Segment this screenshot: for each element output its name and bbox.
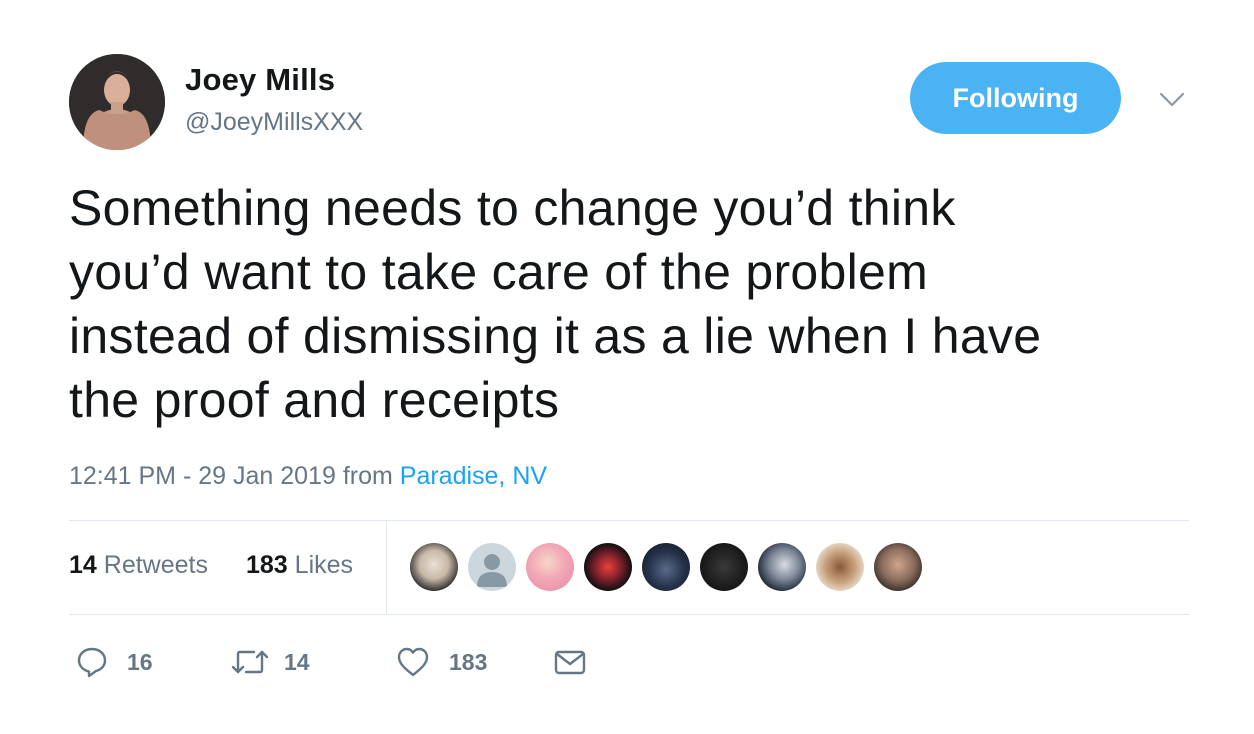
like-button[interactable]: 183 bbox=[395, 644, 487, 680]
retweet-icon bbox=[231, 650, 269, 674]
liker-avatar[interactable] bbox=[700, 543, 748, 591]
following-button[interactable]: Following bbox=[910, 62, 1121, 134]
tweet-metadata: 12:41 PM - 29 Jan 2019 from Paradise, NV bbox=[69, 462, 547, 491]
user-handle[interactable]: @JoeyMillsXXX bbox=[185, 108, 363, 137]
liker-avatar[interactable] bbox=[874, 543, 922, 591]
tweet-card: Joey Mills @JoeyMillsXXX Following Somet… bbox=[0, 0, 1254, 734]
chevron-down-icon[interactable] bbox=[1158, 90, 1186, 110]
display-name[interactable]: Joey Mills bbox=[185, 62, 335, 98]
liker-avatar[interactable] bbox=[468, 543, 516, 591]
liker-avatar[interactable] bbox=[642, 543, 690, 591]
likes-count: 183 bbox=[246, 551, 288, 579]
reply-icon bbox=[77, 647, 107, 678]
tweet-text-line: Something needs to change you’d think bbox=[69, 180, 956, 236]
profile-avatar[interactable] bbox=[69, 54, 165, 150]
divider bbox=[69, 614, 1189, 615]
liker-avatar[interactable] bbox=[758, 543, 806, 591]
direct-message-button[interactable] bbox=[553, 644, 587, 680]
from-label: from bbox=[342, 462, 393, 490]
liker-avatar[interactable] bbox=[816, 543, 864, 591]
liker-avatar[interactable] bbox=[526, 543, 574, 591]
reply-count: 16 bbox=[127, 648, 153, 675]
retweets-count: 14 bbox=[69, 551, 97, 579]
tweet-text-line: instead of dismissing it as a lie when I… bbox=[69, 308, 1042, 364]
retweets-label: Retweets bbox=[103, 551, 208, 579]
stats-divider bbox=[386, 521, 387, 614]
tweet-timestamp[interactable]: 12:41 PM - 29 Jan 2019 bbox=[69, 462, 336, 490]
heart-icon bbox=[397, 647, 429, 677]
likes-label: Likes bbox=[294, 551, 354, 579]
retweet-button[interactable]: 14 bbox=[230, 644, 310, 680]
likes-stat[interactable]: 183 Likes bbox=[246, 551, 353, 580]
envelope-icon bbox=[554, 650, 586, 675]
reply-button[interactable]: 16 bbox=[75, 644, 153, 680]
liker-avatars bbox=[410, 543, 932, 593]
location-link[interactable]: Paradise, NV bbox=[400, 462, 547, 490]
tweet-text-line: you’d want to take care of the problem bbox=[69, 244, 929, 300]
like-count: 183 bbox=[449, 648, 488, 675]
retweets-stat[interactable]: 14 Retweets bbox=[69, 551, 208, 580]
divider bbox=[69, 520, 1189, 521]
retweet-count: 14 bbox=[284, 648, 310, 675]
liker-avatar[interactable] bbox=[584, 543, 632, 591]
liker-avatar[interactable] bbox=[410, 543, 458, 591]
tweet-text: Something needs to change you’d think yo… bbox=[69, 176, 1189, 432]
tweet-text-line: the proof and receipts bbox=[69, 372, 560, 428]
